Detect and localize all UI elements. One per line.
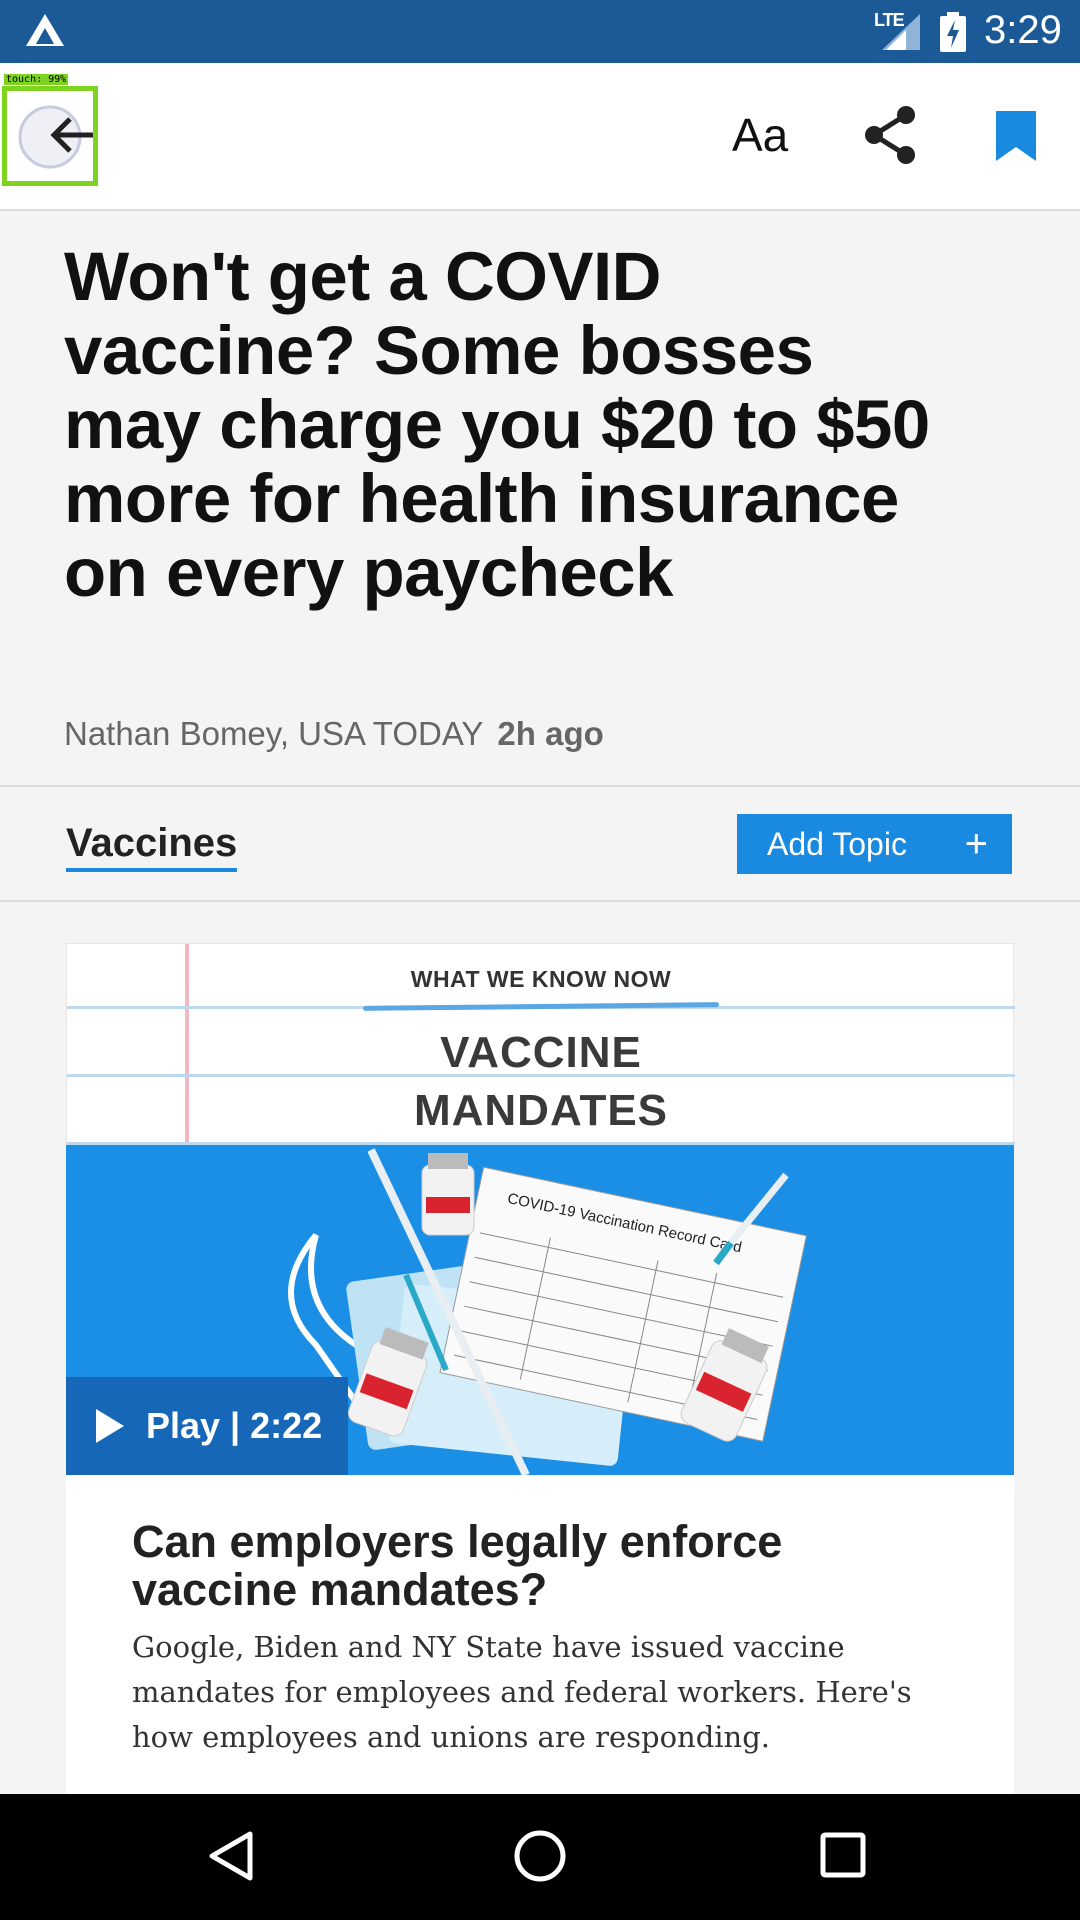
video-card[interactable]: WHAT WE KNOW NOW VACCINE MANDATES COVID-…	[66, 943, 1015, 1920]
video-thumbnail-header: WHAT WE KNOW NOW VACCINE MANDATES	[66, 943, 1015, 1146]
play-duration-label: Play | 2:22	[146, 1405, 323, 1446]
add-topic-label: Add Topic	[767, 826, 907, 862]
battery-charging-icon	[940, 12, 966, 52]
video-thumbnail-title: VACCINE MANDATES	[67, 1024, 1015, 1140]
title-line: VACCINE	[440, 1028, 642, 1077]
bookmark-icon[interactable]	[996, 111, 1036, 161]
status-bar: LTE 3:29	[0, 0, 1080, 63]
clock: 3:29	[984, 8, 1062, 52]
back-arrow-icon	[18, 105, 94, 169]
topic-bar: Vaccines Add Topic +	[0, 785, 1080, 902]
kicker-underline	[362, 1002, 720, 1011]
touch-indicator-label: touch: 99%	[4, 74, 69, 85]
nav-home-icon[interactable]	[512, 1828, 568, 1884]
article-headline: Won't get a COVID vaccine? Some bosses m…	[64, 238, 930, 611]
author: Nathan Bomey, USA TODAY	[64, 715, 484, 752]
play-button[interactable]: Play | 2:22	[66, 1377, 348, 1475]
video-kicker: WHAT WE KNOW NOW	[410, 966, 672, 992]
nav-recents-icon[interactable]	[820, 1832, 866, 1878]
article-toolbar: Aa	[0, 63, 1080, 211]
timestamp: 2h ago	[497, 715, 604, 752]
byline: Nathan Bomey, USA TODAY 2h ago	[64, 715, 604, 753]
video-thumbnail-image[interactable]: COVID-19 Vaccination Record Card Play | …	[66, 1145, 1014, 1475]
title-line: MANDATES	[413, 1086, 669, 1135]
add-topic-button[interactable]: Add Topic +	[737, 814, 1012, 874]
nav-back-icon[interactable]	[208, 1830, 256, 1882]
back-button[interactable]	[0, 83, 104, 187]
topic-link-vaccines[interactable]: Vaccines	[66, 821, 238, 872]
video-description: Google, Biden and NY State have issued v…	[132, 1630, 912, 1754]
play-icon	[96, 1409, 124, 1443]
app-notification-icon	[26, 14, 64, 46]
text-size-button[interactable]: Aa	[732, 108, 788, 162]
system-nav-bar	[0, 1794, 1080, 1920]
share-icon[interactable]	[862, 105, 918, 165]
plus-icon: +	[964, 822, 988, 866]
video-headline[interactable]: Can employers legally enforce vaccine ma…	[132, 1518, 952, 1614]
signal-icon	[882, 14, 920, 50]
